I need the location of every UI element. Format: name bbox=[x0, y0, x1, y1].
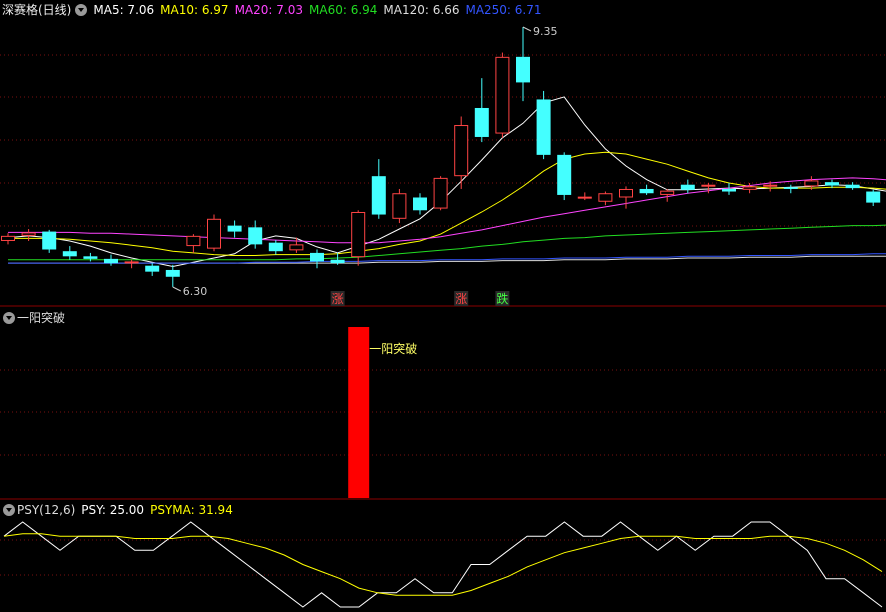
main-panel-header: 深赛格(日线) MA5: 7.06 MA10: 6.97 MA20: 7.03 MA60… bbox=[0, 0, 554, 20]
psy-panel-header: PSY(12,6) PSY: 25.00 PSYMA: 31.94 bbox=[0, 500, 239, 520]
candle-body bbox=[124, 261, 139, 264]
candle-body bbox=[742, 186, 757, 190]
candle-body bbox=[722, 188, 736, 192]
candle-body bbox=[248, 227, 263, 245]
signal-label: 涨 bbox=[332, 291, 344, 306]
candle-body bbox=[83, 256, 98, 259]
chevron-down-icon[interactable] bbox=[3, 503, 15, 516]
low-price-label: 6.30 bbox=[183, 285, 208, 298]
high-marker bbox=[522, 26, 532, 32]
candle-body bbox=[825, 182, 839, 186]
candle-body bbox=[701, 184, 716, 187]
candle-body bbox=[289, 244, 304, 251]
candle-body bbox=[62, 251, 77, 257]
candle-body bbox=[1, 235, 15, 241]
candle-body bbox=[186, 235, 201, 247]
candle-body bbox=[392, 193, 407, 219]
stock-chart-window: 9.35 6.30 涨 涨 跌一阳突破 深赛格(日线) MA5: 7.06 MA10: 6.… bbox=[0, 0, 886, 612]
candle-body bbox=[454, 125, 469, 177]
candle-body bbox=[371, 176, 386, 215]
chevron-down-icon[interactable] bbox=[3, 311, 15, 324]
signal-bar-label: 一阳突破 bbox=[369, 341, 417, 356]
candle-body bbox=[495, 56, 510, 134]
ma-legend-item: MA250: 6.71 bbox=[465, 3, 542, 17]
candle-body bbox=[639, 188, 654, 194]
ma-line bbox=[8, 224, 886, 261]
candle-body bbox=[660, 190, 675, 195]
signal-bar bbox=[348, 327, 370, 498]
candle-body bbox=[165, 269, 180, 277]
candle-body bbox=[763, 184, 778, 187]
candle-body bbox=[310, 252, 324, 262]
ma-legend-item: MA10: 6.97 bbox=[160, 3, 229, 17]
candle-body bbox=[680, 184, 695, 190]
candle-body bbox=[557, 154, 572, 195]
psy-line bbox=[3, 521, 883, 608]
candle-body bbox=[783, 187, 798, 189]
candle-body bbox=[474, 107, 489, 137]
indicator-panel-header: 一阳突破 bbox=[0, 308, 71, 328]
candle-body bbox=[413, 197, 427, 211]
candle-body bbox=[104, 258, 118, 264]
candle-body bbox=[268, 242, 283, 252]
candle-body bbox=[866, 191, 881, 203]
candle-body bbox=[330, 259, 345, 264]
candle-body bbox=[598, 193, 613, 202]
candle-body bbox=[536, 99, 551, 155]
stock-name: 深赛格(日线) bbox=[2, 3, 72, 17]
candle-body bbox=[207, 218, 221, 249]
low-marker bbox=[172, 286, 182, 292]
candle-body bbox=[516, 56, 530, 83]
candle-body bbox=[577, 196, 592, 199]
ma-legend-item: MA5: 7.06 bbox=[93, 3, 155, 17]
psyma-line bbox=[3, 533, 883, 596]
candle-body bbox=[845, 184, 860, 189]
ma-legend-item: MA20: 7.03 bbox=[234, 3, 303, 17]
chevron-down-icon[interactable] bbox=[75, 3, 88, 16]
candle-body bbox=[804, 180, 819, 187]
ma-legend-item: MA60: 6.94 bbox=[309, 3, 378, 17]
candle-body bbox=[21, 232, 36, 236]
candle-body bbox=[42, 231, 57, 250]
candle-body bbox=[619, 188, 633, 198]
candle-body bbox=[145, 265, 160, 272]
psy-title: PSY(12,6) bbox=[17, 503, 76, 517]
candle-body bbox=[227, 225, 242, 232]
signal-label: 跌 bbox=[496, 291, 508, 306]
candle-body bbox=[351, 211, 366, 258]
psy-value-label: PSY: 25.00 bbox=[81, 503, 145, 517]
ma-legend-item: MA120: 6.66 bbox=[383, 3, 460, 17]
indicator-title: 一阳突破 bbox=[17, 311, 66, 325]
psyma-value-label: PSYMA: 31.94 bbox=[150, 503, 233, 517]
signal-label: 涨 bbox=[455, 291, 467, 306]
ma-legend: MA5: 7.06 MA10: 6.97 MA20: 7.03 MA60: 6.94 M… bbox=[93, 3, 547, 17]
candle-body bbox=[433, 177, 448, 209]
chart-canvas: 9.35 6.30 涨 涨 跌一阳突破 bbox=[0, 25, 886, 608]
high-price-label: 9.35 bbox=[533, 25, 558, 38]
